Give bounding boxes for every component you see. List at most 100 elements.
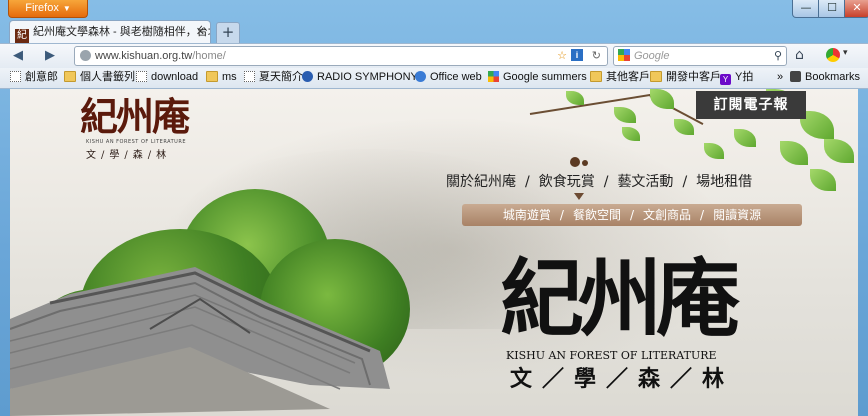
bookmarks-icon	[790, 71, 801, 82]
bookmark-label: 開發中客戶	[666, 71, 721, 83]
bookmark-item[interactable]: Y Y拍	[720, 68, 753, 87]
webpage-content: 訂閱電子報 紀州庵 KISHU AN FOREST OF LITERATURE …	[10, 89, 858, 416]
folder-icon	[64, 71, 76, 82]
subnav-separator: /	[700, 208, 705, 222]
folder-icon	[650, 71, 662, 82]
bookmark-item[interactable]: download	[136, 68, 198, 87]
bookmark-label: 個人書籤列	[80, 71, 135, 83]
main-nav: 關於紀州庵 / 飲食玩賞 / 藝文活動 / 場地租借	[446, 157, 752, 200]
address-bar[interactable]: www.kishuan.org.tw/home/ ☆ i ↻	[74, 46, 608, 66]
leaf	[566, 91, 584, 105]
firefox-menu-button[interactable]: Firefox ▼	[8, 0, 88, 18]
bookmark-label: RADIO SYMPHONY	[317, 71, 418, 83]
folder-icon	[206, 71, 218, 82]
site-logo[interactable]: 紀州庵 KISHU AN FOREST OF LITERATURE 文/學/森/…	[80, 95, 210, 162]
chevron-down-icon: ▼	[62, 4, 71, 13]
google-engine-icon[interactable]	[618, 49, 630, 61]
subnav-separator: /	[629, 208, 635, 222]
subnav-dining[interactable]: 餐飲空間	[573, 208, 621, 222]
chevron-down-icon[interactable]: ▾	[843, 48, 848, 58]
nav-arts[interactable]: 藝文活動	[617, 174, 673, 190]
bookmark-item[interactable]: 個人書籤列	[64, 68, 135, 87]
bookmark-item[interactable]: 開發中客戶	[650, 68, 721, 87]
search-bar[interactable]: Google ⚲	[613, 46, 787, 66]
globe-icon	[80, 50, 91, 61]
google-icon	[488, 71, 499, 82]
bookmarks-overflow-button[interactable]: »	[777, 68, 783, 87]
url-path: /home/	[192, 50, 226, 62]
bookmark-item[interactable]: Office web	[415, 68, 482, 87]
subnav-reading[interactable]: 閱讀資源	[713, 208, 761, 222]
site-favicon-icon: 紀	[15, 29, 29, 43]
leaf	[650, 89, 674, 109]
bookmark-label: 夏天簡介	[259, 71, 303, 83]
maximize-button[interactable]: ☐	[818, 0, 846, 18]
bookmark-label: Google summers	[503, 71, 587, 83]
nav-about[interactable]: 關於紀州庵	[446, 174, 516, 190]
leaf	[704, 143, 724, 159]
leaf	[780, 141, 808, 165]
bookmark-label: ms	[222, 71, 237, 83]
logo-subtitle: 文/學/森/林	[86, 150, 172, 161]
leaf	[674, 119, 694, 135]
hero-title: 紀州庵 KISHU AN FOREST OF LITERATURE 文／學／森／…	[500, 249, 830, 392]
bookmark-item[interactable]: 其他客戶	[590, 68, 650, 87]
hero-subtitle: 文／學／森／林	[510, 366, 735, 392]
sub-nav: 城南遊賞 / 餐飲空間 / 文創商品 / 閱讀資源	[462, 204, 802, 226]
new-tab-button[interactable]: +	[216, 22, 240, 43]
subscribe-newsletter-button[interactable]: 訂閱電子報	[696, 91, 806, 119]
active-nav-indicator-icon	[574, 193, 584, 200]
nav-venue[interactable]: 場地租借	[696, 174, 752, 190]
ink-dot-icon	[570, 157, 580, 167]
bookmark-label: Y拍	[735, 71, 754, 83]
bookmarks-menu-button[interactable]: Bookmarks	[790, 68, 860, 87]
url-domain: www.kishuan.org.tw	[95, 50, 193, 62]
bookmark-item[interactable]: 創意郎	[10, 68, 58, 87]
traditional-roof-image	[10, 267, 390, 416]
ink-dot-icon	[582, 160, 588, 166]
bookmark-star-icon[interactable]: ☆	[557, 47, 567, 65]
logo-english: KISHU AN FOREST OF LITERATURE	[86, 139, 186, 145]
reload-icon[interactable]: ↻	[592, 47, 601, 65]
leaf	[614, 107, 636, 123]
tab-active[interactable]: 紀紀州庵文學森林 - 與老樹隨相伴，台北... ✕	[9, 20, 211, 44]
tab-close-icon[interactable]: ✕	[196, 21, 205, 43]
bookmark-item[interactable]: Google summers	[488, 68, 587, 87]
yahoo-icon: Y	[720, 74, 731, 85]
tree-branch	[529, 92, 659, 115]
addon-icon[interactable]	[826, 48, 840, 62]
subnav-products[interactable]: 文創商品	[643, 208, 691, 222]
page-icon	[136, 71, 147, 82]
bookmark-item[interactable]: RADIO SYMPHONY	[302, 68, 418, 87]
leaf	[622, 127, 640, 141]
minimize-button[interactable]: —	[792, 0, 820, 18]
nav-separator: /	[682, 174, 688, 190]
subnav-city-tour[interactable]: 城南遊賞	[503, 208, 551, 222]
navigation-toolbar: ◀ ▶ www.kishuan.org.tw/home/ ☆ i ↻ Googl…	[0, 43, 868, 68]
folder-icon	[590, 71, 602, 82]
radio-icon	[302, 71, 313, 82]
bookmarks-toolbar: 創意郎 個人書籤列 download ms 夏天簡介 RADIO SYMPHON…	[0, 68, 868, 89]
bookmark-item[interactable]: ms	[206, 68, 237, 87]
home-icon[interactable]: ⌂	[795, 47, 804, 63]
leaf	[824, 139, 854, 163]
site-info-icon[interactable]: i	[571, 49, 583, 61]
tab-title: 紀州庵文學森林 - 與老樹隨相伴，台北...	[33, 26, 211, 38]
leaf	[810, 169, 836, 191]
nav-food[interactable]: 飲食玩賞	[539, 174, 595, 190]
page-icon	[10, 71, 21, 82]
nav-separator: /	[525, 174, 530, 190]
firefox-menu-label: Firefox	[25, 2, 59, 14]
bookmark-label: Office web	[430, 71, 482, 83]
browser-window: Firefox ▼ — ☐ ✕ 紀紀州庵文學森林 - 與老樹隨相伴，台北... ✕…	[0, 0, 868, 416]
search-placeholder: Google	[634, 50, 670, 62]
close-window-button[interactable]: ✕	[844, 0, 868, 18]
bookmark-label: download	[151, 71, 199, 83]
office-icon	[415, 71, 426, 82]
bookmark-item[interactable]: 夏天簡介	[244, 68, 303, 87]
forward-arrow-icon[interactable]: ▶	[40, 47, 60, 65]
back-arrow-icon[interactable]: ◀	[8, 47, 28, 65]
page-icon	[244, 71, 255, 82]
search-icon[interactable]: ⚲	[774, 47, 782, 65]
bookmark-label: 創意郎	[25, 71, 58, 83]
